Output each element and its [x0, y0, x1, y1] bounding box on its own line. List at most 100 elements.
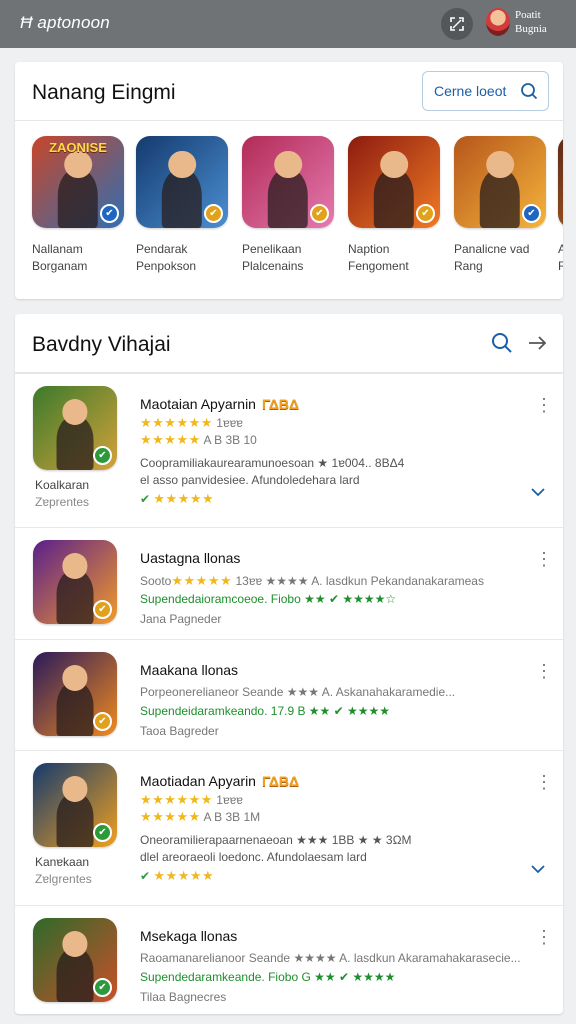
list-item[interactable]: ✔ ⋮ Maotiadan Apyarin ΓΔΒΔ ★★★★★★ 1ɐɐɐ ★★★★★ … — [15, 750, 563, 905]
featured-game-name: Naption Fengoment — [348, 241, 448, 275]
more-options-icon[interactable]: ⋮ — [535, 928, 553, 946]
featured-title: Nanang Eingmi — [32, 81, 176, 104]
see-more-button[interactable]: Cerne loeot — [422, 71, 549, 111]
expand-button[interactable] — [441, 8, 473, 40]
rating-row: ✔ ★★★★★ — [140, 491, 214, 507]
featured-game[interactable]: ✔ Panalicne vad Rang — [454, 136, 554, 275]
list-item[interactable]: ✔ ⋮ Uastagna llonas Sooto★★★★★ 13ɐɐ ★★★★ A.… — [15, 527, 563, 639]
game-icon[interactable]: ✔ — [33, 918, 117, 1002]
game-description: dlel areoraeoli loedonc. Afundolaesam la… — [140, 850, 367, 864]
game-title: Uastagna llonas — [140, 550, 241, 566]
featured-game[interactable]: ✔ Naption Fengoment — [348, 136, 448, 275]
game-name-line1: Pendarak — [136, 242, 188, 256]
rating-stars: ★★★★★ — [171, 573, 233, 588]
verified-icon: ✔ — [140, 869, 154, 883]
rating-stars: ★★★★★ — [153, 868, 215, 883]
rating-stars: ★★★★★ — [140, 809, 201, 824]
game-tagline: Supendedaioramcoeoe. Fiobo ★★ ✔ ★★★★☆ — [140, 592, 397, 606]
chevron-down-icon[interactable] — [530, 863, 546, 875]
avatar[interactable] — [486, 8, 510, 36]
game-name-line1: Panalicne vad — [454, 242, 530, 256]
description-prefix: dlel — [140, 850, 163, 864]
character-head — [486, 150, 514, 179]
platform-badge-icon: ✔ — [416, 204, 435, 223]
platform-badge-icon: ✔ — [100, 204, 119, 223]
description-text: asso panvidesiee. Afundoledehara lard — [152, 473, 360, 487]
game-subtitle: Kanɐkaan Zɐlgrentes — [35, 854, 92, 888]
search-icon — [521, 83, 538, 100]
game-icon[interactable]: ZAONISE ✔ — [32, 136, 124, 228]
more-options-icon[interactable]: ⋮ — [535, 662, 553, 680]
more-options-icon[interactable]: ⋮ — [535, 773, 553, 791]
game-icon[interactable]: ✔ — [33, 386, 117, 470]
list-title: Bavdny Vihajai — [32, 333, 171, 356]
game-list-card: Bavdny Vihajai ✔ ⋮ Maotaian Apyarnin ΓΔΒΔ ★★… — [15, 314, 563, 1014]
rating-meta: A Β 3Β 10 — [200, 433, 257, 447]
rating-meta: A Β 3Β 1M — [200, 810, 261, 824]
list-item[interactable]: ✔ ⋮ Maakana llonas Porpeonerelianeor Seande… — [15, 639, 563, 750]
game-subtitle-line2: Zɐlgrentes — [35, 872, 92, 886]
game-name-line1: Penelikaan — [242, 242, 302, 256]
game-icon[interactable]: ✔ — [242, 136, 334, 228]
game-icon[interactable]: ✔ — [348, 136, 440, 228]
rating-row: Porpeonerelianeor Seande ★★★ A. Askanaha… — [140, 685, 455, 699]
rating-prefix: Sooto — [140, 574, 172, 588]
app-title: Ħ aptonoon — [20, 13, 110, 32]
search-icon[interactable] — [491, 332, 513, 354]
game-icon[interactable]: ✔ — [33, 540, 117, 624]
rating-row: ✔ ★★★★★ — [140, 868, 214, 884]
game-icon[interactable]: ✔ — [454, 136, 546, 228]
game-name-line1: Naption — [348, 242, 390, 256]
user-name-line2: Bugnia — [515, 23, 547, 35]
character-head — [168, 150, 196, 179]
featured-game-name: Pendarak Penpokson — [136, 241, 236, 275]
featured-games-card: Nanang Eingmi Cerne loeot ZAONISE ✔ Nallan… — [15, 62, 563, 299]
rating-stars: ★★★★★★ — [140, 792, 213, 807]
see-more-label: Cerne loeot — [434, 83, 507, 99]
rating-stars: ★★★★★ — [153, 491, 215, 506]
list-item[interactable]: ✔ ⋮ Maotaian Apyarnin ΓΔΒΔ ★★★★★★ 1ɐɐɐ ★★★★★ … — [15, 373, 563, 527]
chevron-down-icon[interactable] — [530, 486, 546, 498]
more-options-icon[interactable]: ⋮ — [535, 550, 553, 568]
game-name-line1: Nallanam — [32, 242, 83, 256]
user-name-line1: Poatit — [515, 9, 541, 21]
game-icon[interactable]: ✔ — [136, 136, 228, 228]
rating-meta: 13ɐɐ ★★★★ A. lasdkun Pekandanakarameas — [232, 574, 484, 588]
list-item[interactable]: ✔ ⋮ Msekaga llonas Raoamanarelianoor Seande… — [15, 905, 563, 1014]
game-logo-text: ΓΔΒΔ — [261, 396, 300, 412]
game-icon[interactable]: ✔ — [33, 652, 117, 736]
platform-badge-icon: ✔ — [204, 204, 223, 223]
rating-stars: ★★★★★ — [140, 432, 201, 447]
game-icon[interactable]: ✔ — [33, 763, 117, 847]
featured-game-name: AR — [558, 241, 563, 275]
game-logo-text: ΓΔΒΔ — [261, 773, 300, 789]
game-subtitle: Koalkaran Zɐprentes — [35, 477, 89, 511]
game-developer: Tilaa Bagnecres — [140, 990, 227, 1004]
game-subtitle-line2: Zɐprentes — [35, 495, 90, 509]
game-name-line2: Rang — [454, 259, 483, 273]
rating-count: 1ɐɐɐ — [212, 793, 243, 807]
featured-game[interactable]: ✔ Pendarak Penpokson — [136, 136, 236, 275]
user-name[interactable]: Poatit Bugnia — [515, 8, 547, 36]
featured-game[interactable]: ✔ AR — [558, 136, 563, 275]
platform-badge-icon: ✔ — [93, 600, 112, 619]
arrow-right-icon[interactable] — [526, 332, 548, 354]
character-head — [274, 150, 302, 179]
description-text: areoraeoli loedonc. Afundolaesam lard — [162, 850, 367, 864]
featured-game[interactable]: ✔ Penelikaan Plalcenains — [242, 136, 342, 275]
game-name-line2: R — [558, 259, 563, 273]
platform-badge-icon: ✔ — [93, 712, 112, 731]
rating-row: Sooto★★★★★ 13ɐɐ ★★★★ A. lasdkun Pekandan… — [140, 573, 484, 589]
featured-game[interactable]: ZAONISE ✔ Nallanam Borganam — [32, 136, 132, 275]
featured-game-name: Panalicne vad Rang — [454, 241, 554, 275]
more-options-icon[interactable]: ⋮ — [535, 396, 553, 414]
rating-row: Raoamanarelianoor Seande ★★★★ A. lasdkun… — [140, 951, 521, 965]
game-subtitle-line1: Koalkaran — [35, 478, 90, 492]
game-icon[interactable]: ✔ — [558, 136, 563, 228]
game-title: Maakana llonas — [140, 662, 239, 678]
game-name-line2: Plalcenains — [242, 259, 304, 273]
verified-icon: ✔ — [140, 492, 154, 506]
platform-badge-icon: ✔ — [93, 823, 112, 842]
game-name-line1: A — [558, 242, 563, 256]
rating-meta: Porpeonerelianeor Seande ★★★ A. Askanaha… — [140, 685, 456, 699]
